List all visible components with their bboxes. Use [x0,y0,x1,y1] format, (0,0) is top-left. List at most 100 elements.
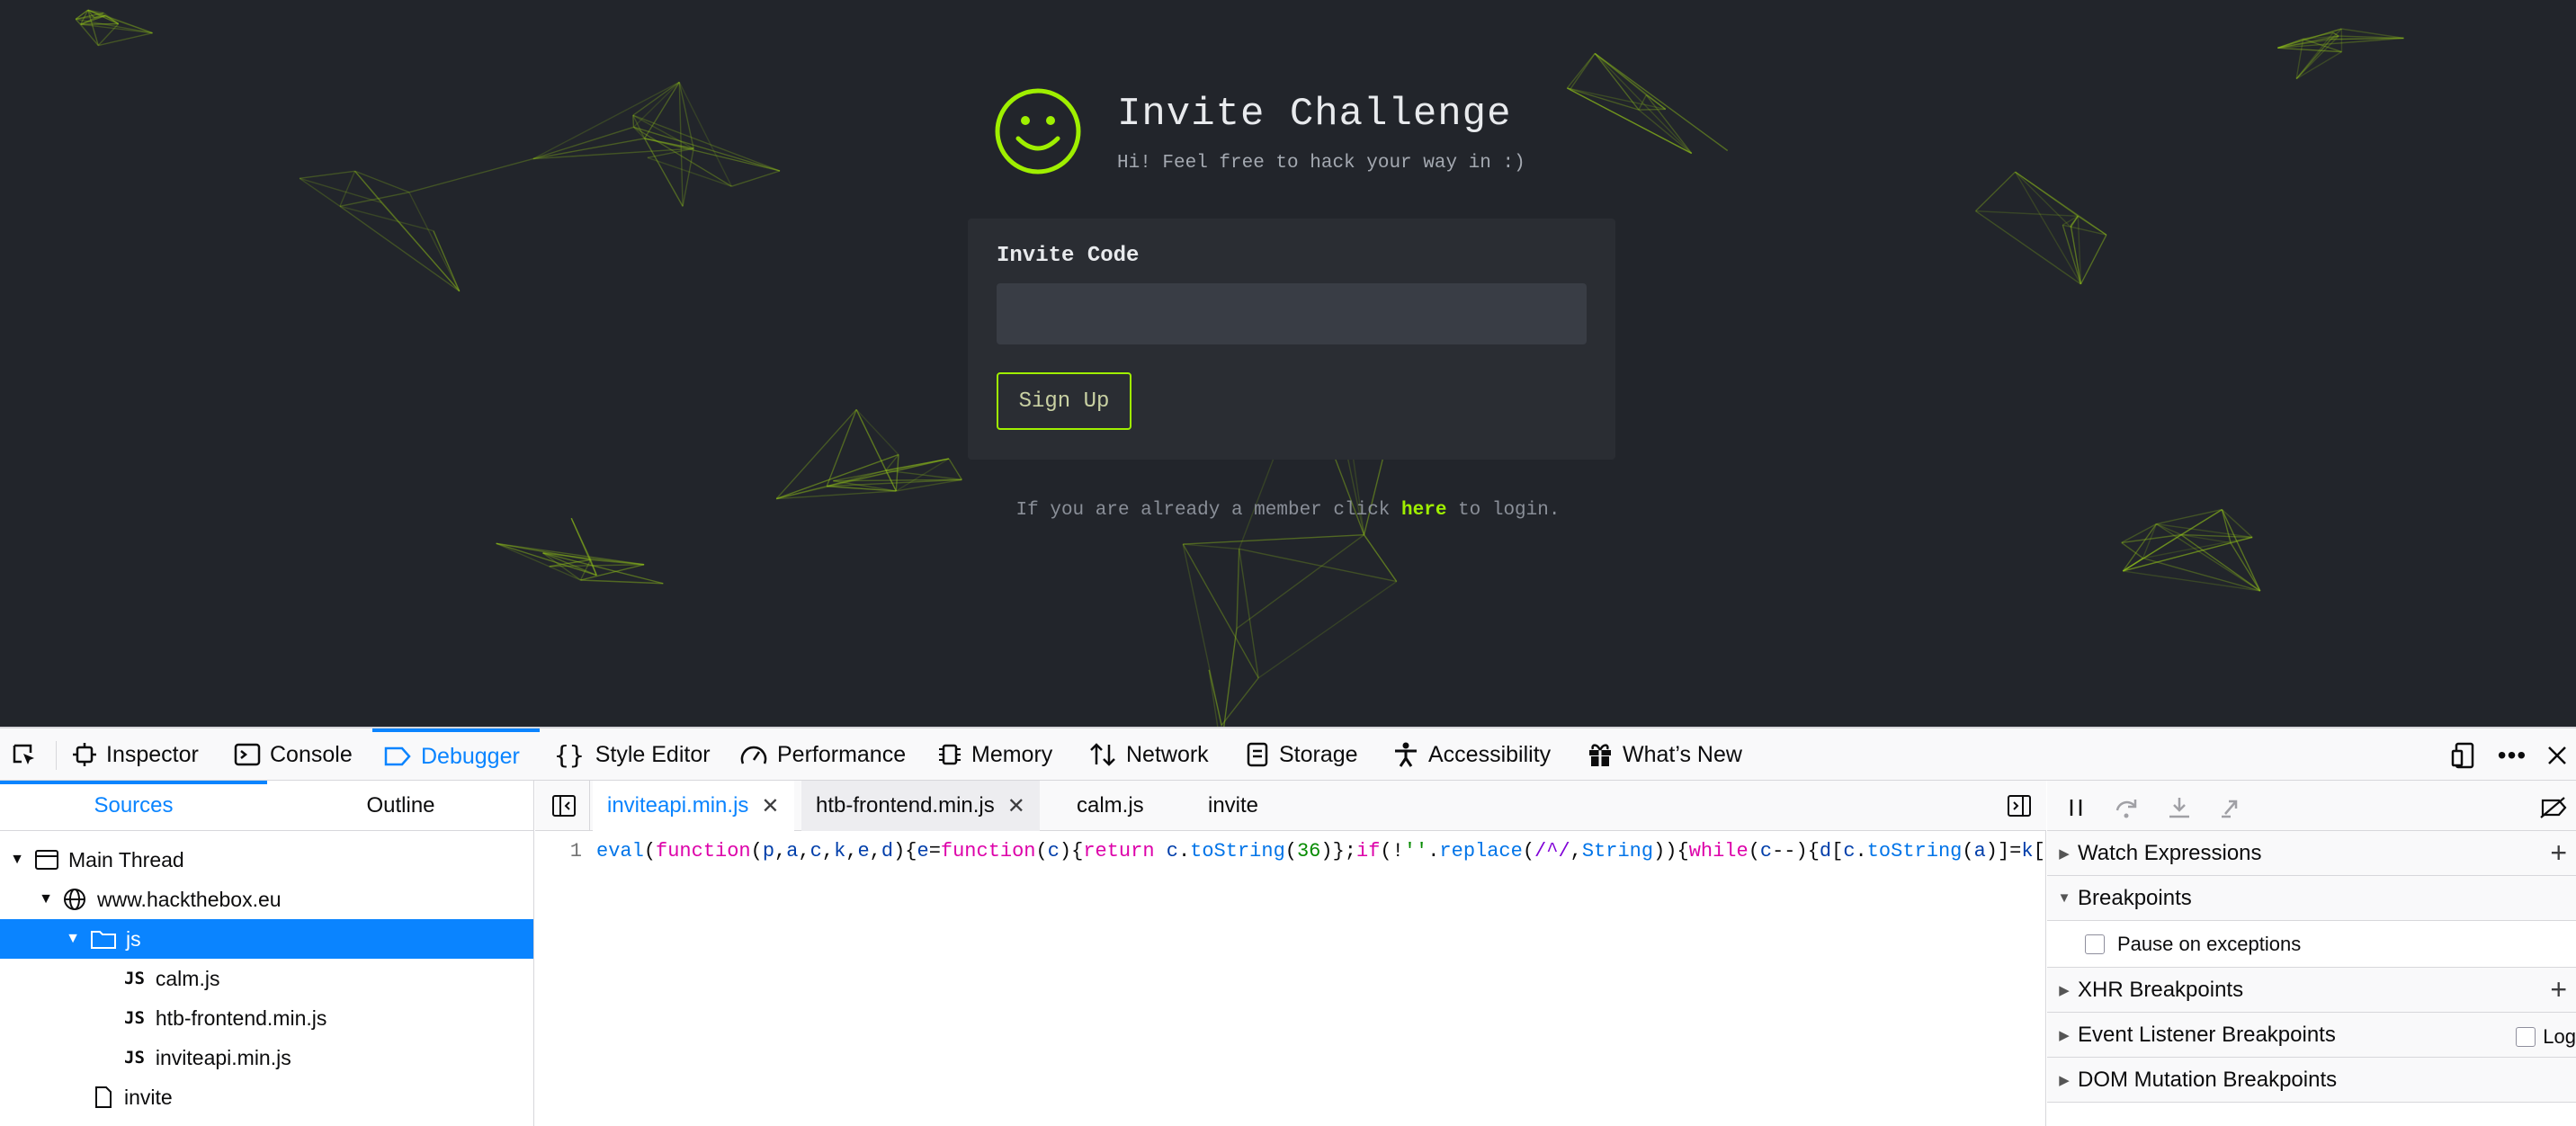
editor-tab-label: calm.js [1077,793,1144,818]
login-suffix: to login. [1446,500,1561,521]
xhr-breakpoints-header[interactable]: ▶ XHR Breakpoints + [2047,968,2576,1013]
deactivate-breakpoints-icon[interactable] [2538,793,2569,822]
network-line [80,22,119,25]
tree-domain-label: www.hackthebox.eu [97,887,282,911]
responsive-mode-icon[interactable] [2448,741,2479,770]
network-line [643,138,684,207]
tab-sources[interactable]: Sources [0,781,267,831]
add-watch-icon[interactable]: + [2550,838,2567,867]
step-out-icon[interactable] [2216,793,2247,822]
triangle-down-icon: ▼ [66,931,80,946]
network-line [1182,543,1259,679]
tree-file-inviteapi[interactable]: JS inviteapi.min.js [0,1038,533,1077]
tab-style-editor[interactable]: {} Style Editor [554,728,711,781]
toggle-debugger-sidebar-icon[interactable] [2005,791,2034,820]
tab-performance-label: Performance [777,741,907,767]
dom-mutation-breakpoints-header[interactable]: ▶ DOM Mutation Breakpoints [2047,1058,2576,1103]
tree-main-thread[interactable]: ▼ Main Thread [0,840,533,880]
breakpoints-label: Breakpoints [2078,885,2192,910]
network-line [496,542,597,576]
close-tab-icon[interactable]: ✕ [1007,793,1025,819]
tab-outline[interactable]: Outline [267,781,534,831]
network-line [632,114,781,172]
tab-storage[interactable]: Storage [1245,728,1358,781]
watch-expressions-header[interactable]: ▶ Watch Expressions + [2047,831,2576,876]
login-link[interactable]: here [1401,500,1446,521]
editor-tab-htb-frontend[interactable]: htb-frontend.min.js ✕ [801,781,1040,831]
storage-icon [1247,742,1268,767]
dom-mutation-breakpoints-label: DOM Mutation Breakpoints [2078,1067,2338,1092]
breakpoints-header[interactable]: ▼ Breakpoints [2047,876,2576,921]
chip-icon [939,744,961,765]
add-xhr-breakpoint-icon[interactable]: + [2550,975,2567,1004]
tab-accessibility[interactable]: Accessibility [1392,728,1551,781]
network-line [2123,570,2260,592]
event-listener-breakpoints-header[interactable]: ▶ Event Listener Breakpoints Log [2047,1013,2576,1058]
tab-whats-new-label: What’s New [1623,741,1742,767]
invite-form-card: Invite Code Sign Up [968,219,1615,460]
tab-memory[interactable]: Memory [937,728,1052,781]
code-line[interactable]: eval(function(p,a,c,k,e,d){e=function(c)… [596,840,2045,862]
tab-network-label: Network [1126,741,1209,767]
inspector-icon [73,743,96,766]
sign-up-button[interactable]: Sign Up [997,372,1131,430]
editor-tab-label: htb-frontend.min.js [816,793,995,818]
log-checkbox[interactable] [2516,1027,2536,1047]
network-line [1638,109,1693,155]
editor-tab-label: invite [1208,793,1259,818]
network-line [408,157,533,193]
network-line [98,31,153,47]
step-in-icon[interactable] [2164,793,2195,822]
step-over-icon[interactable] [2112,793,2142,822]
toggle-sources-icon[interactable] [550,791,578,820]
tab-inspector[interactable]: Inspector [72,728,199,781]
pause-on-exceptions-checkbox[interactable] [2085,934,2105,954]
tab-style-editor-label: Style Editor [595,741,711,767]
editor-tabs: inviteapi.min.js ✕ htb-frontend.min.js ✕… [535,781,2046,831]
tree-file-htb-frontend[interactable]: JS htb-frontend.min.js [0,998,533,1038]
devtools-panel: Inspector Console Debugger {} Style Edit… [0,727,2576,1126]
triangle-right-icon: ▶ [2059,845,2070,862]
network-line [1236,549,1240,629]
js-file-icon: JS [124,969,145,988]
network-line [1238,549,1259,678]
network-line [827,485,897,492]
network-line [633,126,781,172]
triangle-down-icon: ▼ [39,891,53,907]
network-line [2123,541,2232,572]
pause-icon[interactable] [2063,793,2089,822]
tab-console[interactable]: Console [234,728,353,781]
tree-domain[interactable]: ▼ www.hackthebox.eu [0,880,533,919]
network-line [1638,108,1666,111]
debugger-icon [384,746,411,766]
pause-on-exceptions-row[interactable]: Pause on exceptions [2047,921,2576,968]
more-options-icon[interactable]: ••• [2495,741,2529,770]
tree-folder-js[interactable]: ▼ js [0,919,533,959]
tab-performance[interactable]: Performance [739,728,906,781]
tree-file-calm[interactable]: JS calm.js [0,959,533,998]
tab-debugger[interactable]: Debugger [372,728,540,781]
tree-file-invite[interactable]: invite [0,1077,533,1117]
log-option[interactable]: Log [2516,1025,2576,1049]
close-tab-icon[interactable]: ✕ [761,793,779,819]
network-line [1594,52,1693,154]
network-line [1236,534,1364,630]
invite-code-input[interactable] [997,283,1587,344]
editor-tab-calm[interactable]: calm.js [1062,781,1158,831]
element-picker-icon[interactable] [9,741,40,770]
tab-whats-new[interactable]: What’s New [1587,728,1742,781]
arrows-updown-icon [1090,743,1115,766]
network-line [1257,580,1398,679]
editor-tab-inviteapi[interactable]: inviteapi.min.js ✕ [593,781,794,831]
code-area[interactable]: 1 eval(function(p,a,c,k,e,d){e=function(… [535,831,2046,1126]
network-line [1594,52,1647,96]
network-line [855,408,899,455]
editor-tab-invite[interactable]: invite [1194,781,1273,831]
triangle-right-icon: ▶ [2059,1027,2070,1043]
tab-debugger-label: Debugger [421,743,520,769]
tab-network[interactable]: Network [1088,728,1209,781]
network-line [632,81,680,128]
close-icon[interactable] [2542,741,2572,770]
network-line [1182,543,1222,726]
network-line [632,81,680,116]
